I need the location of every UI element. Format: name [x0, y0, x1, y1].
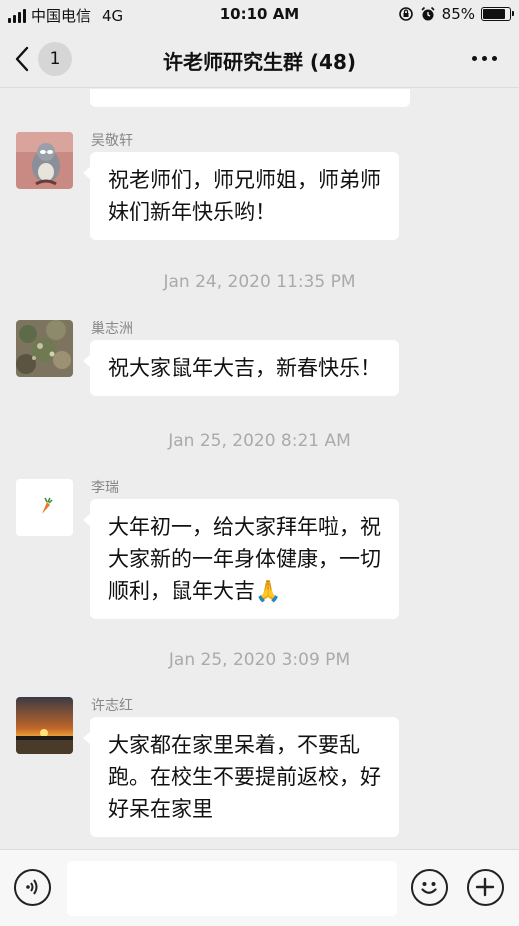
- message-item: 吴敬轩 祝老师们，师兄师姐，师弟师 妹们新年快乐哟！: [16, 132, 496, 242]
- emoji-icon: [421, 882, 437, 894]
- message-item: 李瑞 大年初一，给大家拜年啦，祝 大家新的一年身体健康，一切 顺利，鼠年大吉🙏: [16, 479, 496, 619]
- message-input[interactable]: [67, 861, 397, 916]
- battery-fill: [483, 9, 506, 19]
- message-text-line: 大家都在家里呆着，不要乱: [108, 733, 360, 757]
- chat-area[interactable]: 吴敬轩 祝老师们，师兄师姐，师弟师 妹们新年快乐哟！ Jan 24, 2020 …: [0, 89, 519, 849]
- message-item: 许志红 大家都在家里呆着，不要乱 跑。在校生不要提前返校，好 好呆在家里: [16, 697, 496, 837]
- voice-icon: [26, 879, 38, 895]
- message-bubble[interactable]: 祝老师们，师兄师姐，师弟师 妹们新年快乐哟！: [83, 152, 399, 240]
- more-dot-icon: [492, 56, 497, 61]
- message-timestamp: Jan 25, 2020 8:21 AM: [168, 431, 351, 451]
- nav-bar: 1 许老师研究生群 (48): [0, 30, 519, 88]
- sender-name: 吴敬轩: [91, 133, 133, 149]
- message-bubble[interactable]: 大家都在家里呆着，不要乱 跑。在校生不要提前返校，好 好呆在家里: [83, 717, 399, 837]
- message-text-line: 祝大家鼠年大吉，新春快乐！: [108, 356, 381, 380]
- message-text-line: 大家新的一年身体健康，一切: [108, 547, 381, 571]
- more-dot-icon: [482, 56, 487, 61]
- sender-name: 巢志洲: [91, 321, 133, 337]
- more-options-button[interactable]: [472, 56, 497, 61]
- message-bubble[interactable]: 大年初一，给大家拜年啦，祝 大家新的一年身体健康，一切 顺利，鼠年大吉🙏: [83, 499, 399, 619]
- message-bubble[interactable]: 祝大家鼠年大吉，新春快乐！: [83, 340, 399, 396]
- page-title: 许老师研究生群 (48): [162, 50, 357, 74]
- message-text-line: 好呆在家里: [108, 797, 213, 821]
- add-button[interactable]: [467, 869, 504, 906]
- more-dot-icon: [472, 56, 477, 61]
- message-text-line: 跑。在校生不要提前返校，好: [108, 765, 381, 789]
- message-text-line: 祝老师们，师兄师姐，师弟师: [108, 168, 381, 192]
- input-bar: [0, 849, 519, 926]
- message-text-line: 妹们新年快乐哟！: [108, 200, 276, 224]
- message-text-line: 大年初一，给大家拜年啦，祝: [108, 515, 381, 539]
- chevron-left-icon: [15, 46, 29, 72]
- message-item: 巢志洲 祝大家鼠年大吉，新春快乐！: [16, 320, 496, 400]
- orientation-lock-icon: [398, 7, 413, 21]
- cartoon-cat-avatar[interactable]: [16, 132, 73, 189]
- message-timestamp: Jan 24, 2020 11:35 PM: [163, 272, 356, 292]
- praying-hands-emoji: 🙏: [255, 579, 282, 603]
- battery-percent: 85%: [441, 5, 475, 23]
- sender-name: 李瑞: [91, 480, 119, 496]
- emoji-button[interactable]: [411, 869, 448, 906]
- status-right: 85%: [398, 5, 514, 23]
- sunset-photo-avatar[interactable]: [16, 697, 73, 754]
- message-timestamp: Jan 25, 2020 3:09 PM: [168, 650, 351, 670]
- plant-photo-avatar[interactable]: [16, 320, 73, 377]
- previous-message-bubble: [90, 89, 410, 107]
- message-text-line: 顺利，鼠年大吉: [108, 579, 255, 603]
- alarm-icon: [421, 6, 435, 21]
- sender-name: 许志红: [91, 698, 133, 714]
- plus-icon: [475, 877, 495, 897]
- carrot-avatar[interactable]: [16, 479, 73, 536]
- status-bar: 中国电信 4G 10:10 AM 85%: [0, 0, 519, 30]
- voice-button[interactable]: [14, 869, 51, 906]
- battery-icon: [481, 7, 514, 21]
